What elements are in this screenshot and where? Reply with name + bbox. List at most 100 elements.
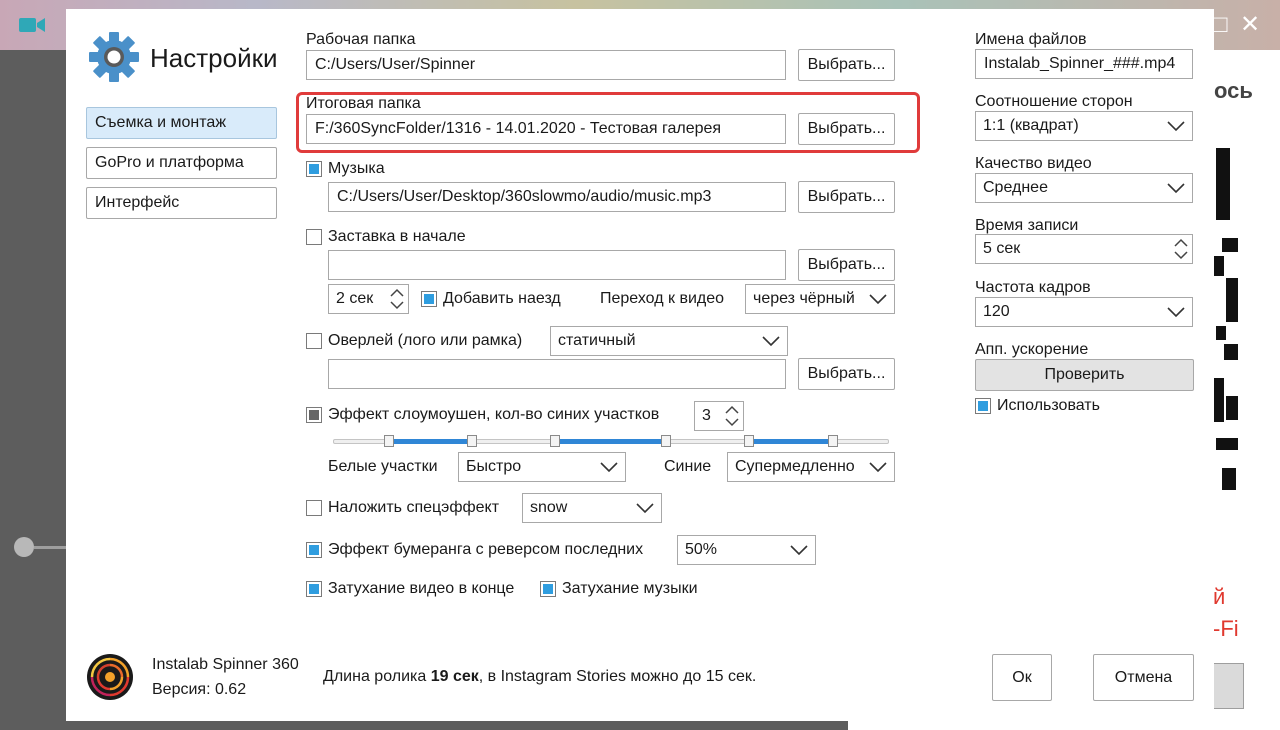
slowmo-range-handle[interactable]: [744, 435, 754, 447]
chevron-down-icon: [1167, 307, 1185, 318]
spin-arrows-icon[interactable]: [388, 287, 406, 311]
settings-dialog: Настройки Съемка и монтаж GoPro и платфо…: [66, 9, 1214, 721]
background-button[interactable]: [1212, 663, 1244, 709]
slowmo-blue-segment: [749, 439, 833, 444]
intro-duration-value: 2 сек: [336, 290, 374, 307]
slowmo-label: Эффект слоумоушен, кол-во синих участков: [328, 406, 660, 423]
special-effect-select[interactable]: snow: [522, 493, 662, 523]
video-length-value: 19 сек: [430, 668, 479, 685]
chevron-down-icon: [600, 462, 618, 473]
fade-video-label: Затухание видео в конце: [328, 580, 515, 597]
special-effect-label: Наложить спецэффект: [328, 499, 500, 516]
music-path-input[interactable]: C:/Users/User/Desktop/360slowmo/audio/mu…: [328, 182, 786, 212]
white-segments-label: Белые участки: [328, 458, 438, 475]
intro-checkbox[interactable]: [306, 229, 322, 245]
aspect-value: 1:1 (квадрат): [983, 117, 1079, 134]
overlay-label: Оверлей (лого или рамка): [328, 332, 523, 349]
intro-path-input[interactable]: [328, 250, 786, 280]
fade-music-label: Затухание музыки: [562, 580, 698, 597]
quality-label: Качество видео: [975, 155, 1092, 172]
output-folder-browse-button[interactable]: Выбрать...: [798, 113, 895, 145]
special-effect-checkbox[interactable]: [306, 500, 322, 516]
chevron-down-icon: [1167, 183, 1185, 194]
intro-label: Заставка в начале: [328, 228, 466, 245]
qr-code: [1212, 148, 1238, 490]
fps-select[interactable]: 120: [975, 297, 1193, 327]
video-length-prefix: Длина ролика: [323, 668, 431, 685]
blue-segments-select[interactable]: Супермедленно: [727, 452, 895, 482]
slowmo-range-handle[interactable]: [384, 435, 394, 447]
nav-interface[interactable]: Интерфейс: [86, 187, 277, 219]
boomerang-checkbox[interactable]: [306, 542, 322, 558]
output-folder-input[interactable]: F:/360SyncFolder/1316 - 14.01.2020 - Тес…: [306, 114, 786, 144]
boomerang-select[interactable]: 50%: [677, 535, 816, 565]
music-label: Музыка: [328, 160, 385, 177]
special-effect-value: snow: [530, 499, 568, 516]
overlay-type-select[interactable]: статичный: [550, 326, 788, 356]
music-browse-button[interactable]: Выбрать...: [798, 181, 895, 213]
slowmo-range-handle[interactable]: [828, 435, 838, 447]
nav-shooting-editing[interactable]: Съемка и монтаж: [86, 107, 277, 139]
background-red-text: й: [1213, 584, 1226, 609]
zoom-label: Добавить наезд: [443, 290, 561, 307]
gear-icon: [89, 32, 139, 82]
close-button[interactable]: ✕: [1240, 12, 1260, 38]
file-names-input[interactable]: Instalab_Spinner_###.mp4: [975, 49, 1193, 79]
music-checkbox[interactable]: [306, 161, 322, 177]
slowmo-range-handle[interactable]: [661, 435, 671, 447]
use-hw-accel-label: Использовать: [997, 397, 1100, 414]
overlay-browse-button[interactable]: Выбрать...: [798, 358, 895, 390]
hw-accel-label: Апп. ускорение: [975, 341, 1089, 358]
slowmo-blue-segment: [555, 439, 666, 444]
background-red-text: -Fi: [1213, 616, 1239, 641]
overlay-checkbox[interactable]: [306, 333, 322, 349]
overlay-path-input[interactable]: [328, 359, 786, 389]
intro-browse-button[interactable]: Выбрать...: [798, 249, 895, 281]
nav-gopro-platform[interactable]: GoPro и платформа: [86, 147, 277, 179]
spin-arrows-icon[interactable]: [723, 404, 741, 428]
intro-duration-stepper[interactable]: 2 сек: [328, 284, 409, 314]
white-segments-select[interactable]: Быстро: [458, 452, 626, 482]
slowmo-checkbox[interactable]: [306, 407, 322, 423]
boomerang-value: 50%: [685, 541, 718, 558]
check-hw-accel-button[interactable]: Проверить: [975, 359, 1194, 391]
background-slider[interactable]: [14, 537, 80, 557]
blue-segments-label: Синие: [664, 458, 712, 475]
background-text: ось: [1214, 78, 1253, 103]
slowmo-count-stepper[interactable]: 3: [694, 401, 744, 431]
record-time-stepper[interactable]: 5 сек: [975, 234, 1193, 264]
fade-video-checkbox[interactable]: [306, 581, 322, 597]
transition-select[interactable]: через чёрный: [745, 284, 895, 314]
work-folder-input[interactable]: C:/Users/User/Spinner: [306, 50, 786, 80]
slowmo-count-value: 3: [702, 407, 711, 424]
video-length-info: Длина ролика 19 сек, в Instagram Stories…: [323, 667, 756, 687]
slowmo-blue-segment: [389, 439, 472, 444]
video-length-suffix: , в Instagram Stories можно до 15 сек.: [478, 668, 757, 685]
cancel-button[interactable]: Отмена: [1093, 654, 1194, 701]
slowmo-range-handle[interactable]: [467, 435, 477, 447]
dialog-title: Настройки: [150, 43, 278, 73]
spin-arrows-icon[interactable]: [1172, 237, 1190, 261]
ok-button[interactable]: Ок: [992, 654, 1052, 701]
file-names-label: Имена файлов: [975, 31, 1087, 48]
fade-music-checkbox[interactable]: [540, 581, 556, 597]
output-folder-label: Итоговая папка: [306, 95, 421, 112]
transition-value: через чёрный: [753, 290, 855, 307]
transition-label: Переход к видео: [600, 290, 725, 307]
record-time-label: Время записи: [975, 217, 1079, 234]
chevron-down-icon: [790, 545, 808, 556]
chevron-down-icon: [869, 294, 887, 305]
aspect-select[interactable]: 1:1 (квадрат): [975, 111, 1193, 141]
slowmo-range-handle[interactable]: [550, 435, 560, 447]
zoom-checkbox[interactable]: [421, 291, 437, 307]
chevron-down-icon: [762, 336, 780, 347]
overlay-type-value: статичный: [558, 332, 636, 349]
quality-select[interactable]: Среднее: [975, 173, 1193, 203]
work-folder-browse-button[interactable]: Выбрать...: [798, 49, 895, 81]
app-version: Версия: 0.62: [152, 681, 247, 698]
chevron-down-icon: [869, 462, 887, 473]
blue-segments-value: Супермедленно: [735, 458, 855, 475]
fps-label: Частота кадров: [975, 279, 1091, 296]
maximize-button[interactable]: □: [1213, 12, 1228, 38]
use-hw-accel-checkbox[interactable]: [975, 398, 991, 414]
